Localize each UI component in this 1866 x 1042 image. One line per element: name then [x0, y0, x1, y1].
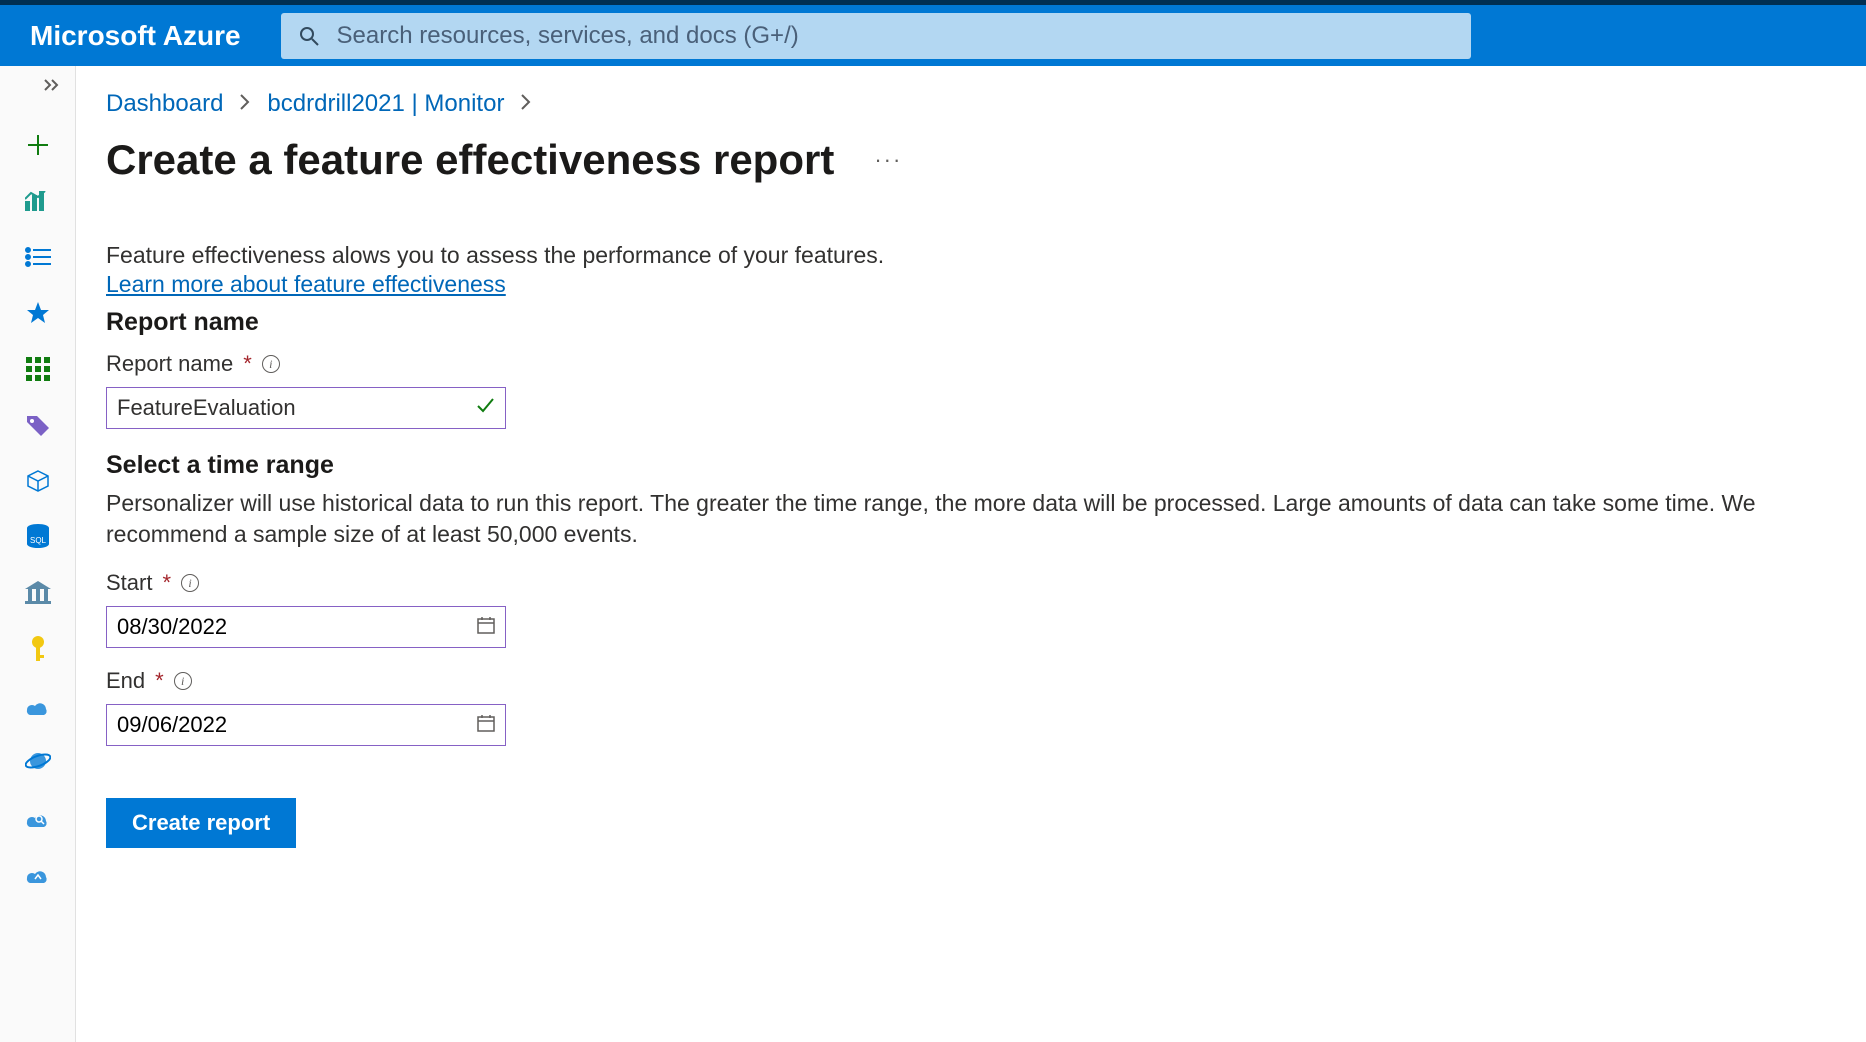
cloud-app-icon[interactable] — [22, 689, 54, 721]
report-name-label: Report name — [106, 351, 233, 377]
info-icon[interactable]: i — [262, 355, 280, 373]
info-icon[interactable]: i — [181, 574, 199, 592]
report-name-input[interactable] — [117, 395, 475, 421]
brand-label: Microsoft Azure — [30, 20, 241, 52]
left-nav: SQL — [0, 66, 76, 1042]
start-date-input[interactable] — [117, 614, 477, 640]
search-input[interactable] — [337, 22, 1453, 50]
info-icon[interactable]: i — [174, 672, 192, 690]
page-description: Feature effectiveness alows you to asses… — [106, 240, 1866, 271]
end-date-field[interactable] — [106, 704, 506, 746]
all-services-icon[interactable] — [22, 241, 54, 273]
end-date-input[interactable] — [117, 712, 477, 738]
expand-nav-icon[interactable] — [43, 78, 61, 97]
end-label: End — [106, 668, 145, 694]
time-range-description: Personalizer will use historical data to… — [106, 488, 1866, 550]
required-indicator: * — [155, 668, 164, 694]
required-indicator: * — [243, 351, 252, 377]
app-grid-icon[interactable] — [22, 353, 54, 385]
required-indicator: * — [162, 570, 171, 596]
start-label-row: Start * i — [106, 570, 1866, 596]
chevron-right-icon — [520, 90, 532, 118]
bank-icon[interactable] — [22, 577, 54, 609]
page-title: Create a feature effectiveness report — [106, 136, 834, 184]
page-title-row: Create a feature effectiveness report ··… — [106, 136, 1866, 184]
favorites-icon[interactable] — [22, 297, 54, 329]
chevron-right-icon — [239, 90, 251, 118]
section-report-name: Report name — [106, 308, 1866, 337]
report-name-field[interactable] — [106, 387, 506, 429]
dashboard-icon[interactable] — [22, 185, 54, 217]
section-time-range: Select a time range — [106, 451, 1866, 480]
cube-icon[interactable] — [22, 465, 54, 497]
tags-icon[interactable] — [22, 409, 54, 441]
planet-icon[interactable] — [22, 745, 54, 777]
search-icon — [299, 26, 319, 46]
breadcrumb: Dashboard bcdrdrill2021 | Monitor — [106, 90, 1866, 118]
key-icon[interactable] — [22, 633, 54, 665]
cloud-deploy-icon[interactable] — [22, 857, 54, 889]
breadcrumb-resource[interactable]: bcdrdrill2021 | Monitor — [267, 90, 504, 118]
more-actions-icon[interactable]: ··· — [874, 147, 902, 173]
start-date-field[interactable] — [106, 606, 506, 648]
check-icon — [475, 395, 495, 421]
end-label-row: End * i — [106, 668, 1866, 694]
calendar-icon[interactable] — [477, 614, 495, 640]
create-resource-icon[interactable] — [22, 129, 54, 161]
start-label: Start — [106, 570, 152, 596]
learn-more-link[interactable]: Learn more about feature effectiveness — [106, 271, 506, 297]
cloud-search-icon[interactable] — [22, 801, 54, 833]
svg-text:SQL: SQL — [29, 536, 46, 545]
main-content: Dashboard bcdrdrill2021 | Monitor Create… — [76, 66, 1866, 1042]
create-report-button[interactable]: Create report — [106, 798, 296, 848]
sql-icon[interactable]: SQL — [22, 521, 54, 553]
shell: SQL Dashboard bcdrdrill2021 | Monitor — [0, 66, 1866, 1042]
report-name-label-row: Report name * i — [106, 351, 1866, 377]
breadcrumb-dashboard[interactable]: Dashboard — [106, 90, 223, 118]
top-bar: Microsoft Azure — [0, 0, 1866, 66]
calendar-icon[interactable] — [477, 712, 495, 738]
global-search[interactable] — [281, 13, 1471, 59]
